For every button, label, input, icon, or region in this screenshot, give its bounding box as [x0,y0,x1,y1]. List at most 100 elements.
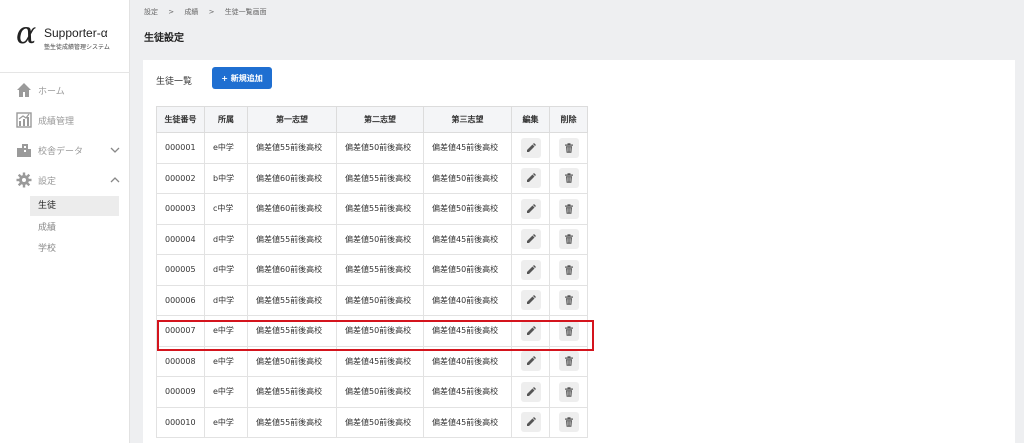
edit-button[interactable] [520,320,541,341]
chevron-up-icon[interactable] [110,175,120,185]
cell-delete [549,315,588,347]
trash-icon [564,326,574,336]
delete-button[interactable] [558,351,579,372]
edit-button[interactable] [520,290,541,311]
cell-second-choice: 偏差値50前後高校 [336,406,424,438]
cell-first-choice: 偏差値60前後高校 [247,162,337,194]
cell-first-choice: 偏差値50前後高校 [247,345,337,377]
sidebar-item-school-data[interactable]: 校舎データ [16,140,122,160]
sidebar-subitem-schools[interactable]: 学校 [30,239,119,259]
pencil-icon [526,325,536,336]
cell-first-choice: 偏差値55前後高校 [247,132,337,164]
edit-button[interactable] [520,351,541,372]
cell-school: e中学 [204,376,248,408]
building-icon [17,144,31,157]
cell-delete [549,284,588,316]
pencil-icon [526,234,536,244]
sidebar-item-label: 校舎データ [38,146,84,157]
trash-icon [564,143,574,153]
edit-button[interactable] [520,259,541,280]
cell-third-choice: 偏差値40前後高校 [423,345,512,377]
delete-button[interactable] [558,198,579,219]
trash-icon [564,234,574,244]
cell-delete [549,162,588,194]
cell-third-choice: 偏差値45前後高校 [423,223,512,255]
trash-icon [564,356,574,366]
trash-icon [564,265,574,275]
delete-button[interactable] [558,259,579,280]
cell-first-choice: 偏差値60前後高校 [247,193,337,225]
edit-button[interactable] [520,381,541,402]
table-row: 000003 c中学 偏差値60前後高校 偏差値55前後高校 偏差値50前後高校 [156,193,588,225]
cell-edit [511,223,550,255]
edit-button[interactable] [520,412,541,433]
delete-button[interactable] [558,381,579,402]
pencil-icon [526,203,536,214]
cell-student-id: 000009 [156,376,205,408]
cell-edit [511,345,550,377]
cell-third-choice: 偏差値50前後高校 [423,162,512,194]
cell-edit [511,254,550,286]
cell-first-choice: 偏差値55前後高校 [247,223,337,255]
cell-school: e中学 [204,132,248,164]
cell-delete [549,254,588,286]
sidebar-item-grades[interactable]: 成績管理 [16,110,122,130]
chart-icon [16,112,32,128]
pencil-icon [526,264,536,275]
delete-button[interactable] [558,412,579,433]
table-row: 000002 b中学 偏差値60前後高校 偏差値55前後高校 偏差値50前後高校 [156,162,588,194]
edit-button[interactable] [520,198,541,219]
cell-second-choice: 偏差値45前後高校 [336,345,424,377]
cell-second-choice: 偏差値55前後高校 [336,193,424,225]
sidebar-item-home[interactable]: ホーム [16,80,122,100]
edit-button[interactable] [520,168,541,189]
column-header-second-choice: 第二志望 [336,106,424,133]
delete-button[interactable] [558,137,579,158]
edit-button[interactable] [520,137,541,158]
cell-school: d中学 [204,284,248,316]
cell-student-id: 000001 [156,132,205,164]
sidebar-subitem-students[interactable]: 生徒 [30,196,119,216]
table-row: 000010 e中学 偏差値55前後高校 偏差値50前後高校 偏差値45前後高校 [156,406,588,438]
cell-delete [549,406,588,438]
table-row: 000008 e中学 偏差値50前後高校 偏差値45前後高校 偏差値40前後高校 [156,345,588,377]
table-row: 000007 e中学 偏差値55前後高校 偏差値50前後高校 偏差値45前後高校 [156,315,588,347]
delete-button[interactable] [558,168,579,189]
add-student-button[interactable]: + 新規追加 [212,67,272,89]
delete-button[interactable] [558,229,579,250]
cell-edit [511,315,550,347]
cell-school: d中学 [204,254,248,286]
sidebar-item-label: ホーム [38,86,65,97]
cell-student-id: 000002 [156,162,205,194]
column-header-third-choice: 第三志望 [423,106,512,133]
cell-first-choice: 偏差値55前後高校 [247,315,337,347]
breadcrumb-item-settings[interactable]: 設定 [144,8,158,16]
pencil-icon [526,295,536,305]
sidebar-item-settings[interactable]: 設定 [16,170,122,190]
breadcrumb-item-grades[interactable]: 成績 [184,8,198,16]
chevron-down-icon[interactable] [110,145,120,155]
app-logo[interactable]: α Supporter-α 塾生徒成績管理システム [16,16,126,60]
delete-button[interactable] [558,320,579,341]
cell-edit [511,406,550,438]
cell-second-choice: 偏差値55前後高校 [336,254,424,286]
column-header-edit: 編集 [511,106,550,133]
breadcrumb-item-current: 生徒一覧画面 [224,8,267,16]
pencil-icon [526,142,536,153]
trash-icon [564,417,574,427]
table-row: 000006 d中学 偏差値55前後高校 偏差値50前後高校 偏差値40前後高校 [156,284,588,316]
app-subtitle: 塾生徒成績管理システム [44,44,110,51]
breadcrumb: 設定 > 成績 > 生徒一覧画面 [144,7,275,17]
cell-delete [549,193,588,225]
cell-third-choice: 偏差値50前後高校 [423,193,512,225]
pencil-icon [526,173,536,183]
app-name: Supporter-α [44,26,108,40]
cell-second-choice: 偏差値50前後高校 [336,132,424,164]
edit-button[interactable] [520,229,541,250]
cell-student-id: 000005 [156,254,205,286]
delete-button[interactable] [558,290,579,311]
cell-student-id: 000003 [156,193,205,225]
table-row: 000004 d中学 偏差値55前後高校 偏差値50前後高校 偏差値45前後高校 [156,223,588,255]
cell-delete [549,132,588,164]
sidebar-subitem-grades[interactable]: 成績 [30,218,119,238]
